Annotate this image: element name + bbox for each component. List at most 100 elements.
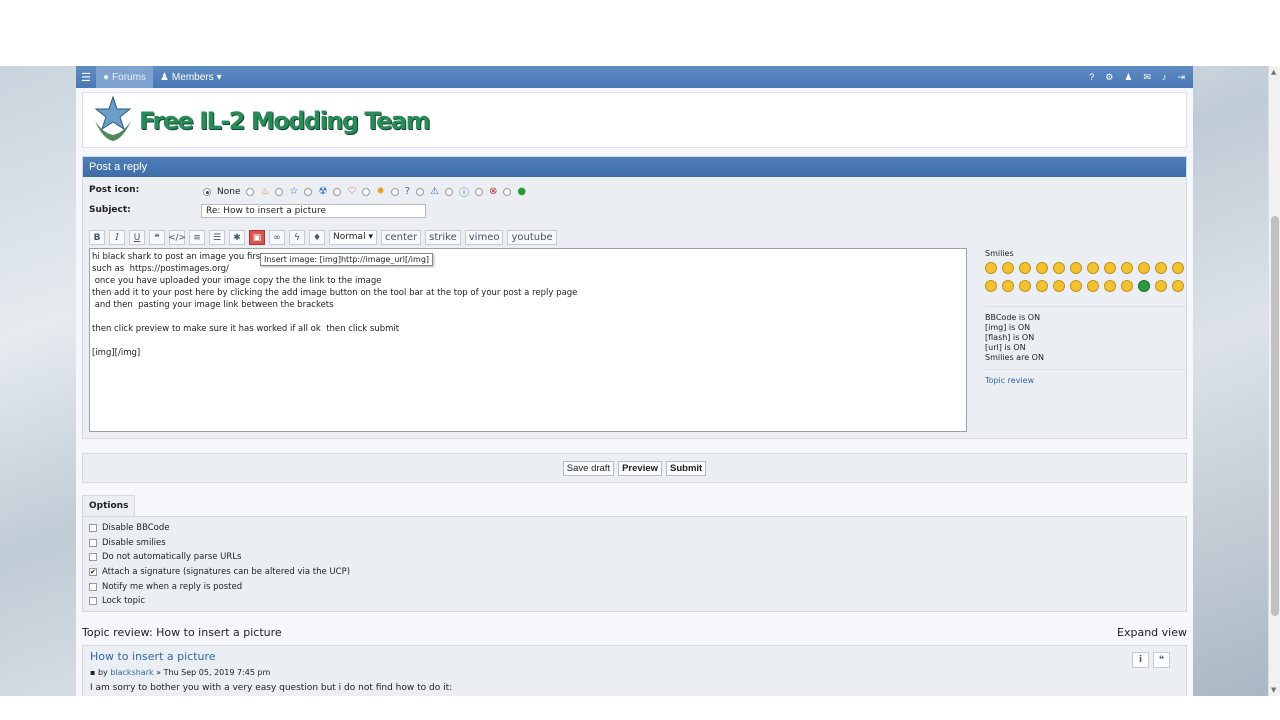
- smilies-grid: [985, 262, 1185, 292]
- scrollbar-thumb[interactable]: [1271, 216, 1279, 616]
- center-button[interactable]: center: [380, 230, 422, 245]
- bell-icon[interactable]: ♪: [1162, 72, 1167, 83]
- radio-heart[interactable]: [333, 187, 342, 196]
- expand-view-link[interactable]: Expand view: [1117, 626, 1187, 639]
- option-disable-smilies[interactable]: Disable smilies: [89, 536, 1180, 551]
- save-draft-button[interactable]: Save draft: [562, 460, 615, 476]
- info-icon[interactable]: i: [1132, 651, 1149, 668]
- checkbox[interactable]: [89, 582, 97, 591]
- submit-button[interactable]: Submit: [666, 460, 707, 476]
- message-line: such as https://postimages.org/: [92, 264, 229, 274]
- subject-input[interactable]: Re: How to insert a picture: [201, 204, 426, 218]
- option-lock-topic[interactable]: Lock topic: [89, 594, 1180, 609]
- smiley-icon[interactable]: [1104, 262, 1116, 274]
- option-no-parse-urls[interactable]: Do not automatically parse URLs: [89, 550, 1180, 565]
- smiley-icon[interactable]: [1172, 280, 1184, 292]
- check-circle-icon: ●: [517, 186, 527, 197]
- smiley-icon[interactable]: [1002, 262, 1014, 274]
- checkbox[interactable]: [89, 553, 97, 562]
- smiley-icon[interactable]: [985, 262, 997, 274]
- review-post-actions: i ❝: [1132, 651, 1170, 668]
- status-img: [img] is ON: [985, 323, 1031, 332]
- checkbox[interactable]: [89, 597, 97, 606]
- tab-forums[interactable]: ● Forums: [96, 66, 153, 88]
- checkbox[interactable]: [89, 538, 97, 547]
- icon-none-label: None: [217, 186, 241, 197]
- color-drop-icon[interactable]: ♦: [309, 230, 325, 245]
- youtube-button[interactable]: youtube: [507, 230, 557, 245]
- smiley-icon[interactable]: [1070, 280, 1082, 292]
- insert-image-icon[interactable]: ▣: [249, 230, 265, 245]
- tab-options[interactable]: Options: [82, 495, 136, 516]
- smiley-icon[interactable]: [1121, 262, 1133, 274]
- settings-icon[interactable]: ⚙: [1105, 72, 1113, 83]
- logout-icon[interactable]: ⇥: [1177, 72, 1185, 83]
- bold-button[interactable]: B: [89, 230, 105, 245]
- smiley-icon[interactable]: [1036, 280, 1048, 292]
- user-icon[interactable]: ♟: [1124, 72, 1132, 83]
- smiley-icon[interactable]: [1155, 280, 1167, 292]
- smiley-icon[interactable]: [1087, 280, 1099, 292]
- option-notify[interactable]: Notify me when a reply is posted: [89, 579, 1180, 594]
- review-post-title[interactable]: How to insert a picture: [90, 650, 1179, 663]
- option-disable-bbcode[interactable]: Disable BBCode: [89, 521, 1180, 536]
- smiley-icon[interactable]: [1172, 262, 1184, 274]
- smiley-icon[interactable]: [1087, 262, 1099, 274]
- site-logo[interactable]: Free IL-2 Modding Team: [82, 92, 1187, 148]
- menu-icon[interactable]: ☰: [76, 71, 96, 84]
- radio-radioactive[interactable]: [304, 187, 313, 196]
- help-icon[interactable]: ?: [1089, 72, 1094, 83]
- checkbox-checked[interactable]: ✔: [89, 568, 97, 577]
- author-link[interactable]: blackshark: [110, 668, 153, 677]
- smiley-icon[interactable]: [1155, 262, 1167, 274]
- font-size-select[interactable]: Normal ▾: [329, 230, 377, 245]
- quote-icon[interactable]: ❝: [149, 230, 165, 245]
- tab-members[interactable]: ♟ Members ▾: [153, 66, 229, 88]
- smiley-icon[interactable]: [1053, 280, 1065, 292]
- underline-button[interactable]: U: [129, 230, 145, 245]
- radio-warning[interactable]: [416, 187, 425, 196]
- scroll-down-icon[interactable]: ▼: [1271, 686, 1276, 694]
- smiley-icon[interactable]: [1019, 262, 1031, 274]
- cross-circle-icon: ⊗: [489, 186, 498, 197]
- smiley-icon[interactable]: [1070, 262, 1082, 274]
- radio-cross[interactable]: [475, 187, 484, 196]
- numbered-list-icon[interactable]: ☰: [209, 230, 225, 245]
- bullet-list-icon[interactable]: ≡: [189, 230, 205, 245]
- radio-none[interactable]: [203, 187, 211, 196]
- preview-button[interactable]: Preview: [618, 460, 663, 476]
- italic-button[interactable]: I: [109, 230, 125, 245]
- radio-question[interactable]: [390, 187, 399, 196]
- smiley-icon[interactable]: [1138, 262, 1150, 274]
- scroll-up-icon[interactable]: ▲: [1271, 68, 1276, 76]
- smiley-icon[interactable]: [1053, 262, 1065, 274]
- radio-sun[interactable]: [362, 187, 371, 196]
- smiley-icon[interactable]: [1002, 280, 1014, 292]
- smiley-icon[interactable]: [1036, 262, 1048, 274]
- option-label: Lock topic: [102, 596, 146, 607]
- topic-review-link-wrap: Topic review: [985, 369, 1185, 385]
- radio-check[interactable]: [503, 187, 512, 196]
- list-item-icon[interactable]: ✱: [229, 230, 245, 245]
- inbox-icon[interactable]: ✉: [1143, 72, 1151, 83]
- flash-icon[interactable]: ϟ: [289, 230, 305, 245]
- smiley-icon[interactable]: [1019, 280, 1031, 292]
- alien-smiley-icon[interactable]: [1138, 280, 1150, 292]
- page-scrollbar[interactable]: ▲ ▼: [1268, 66, 1280, 696]
- topic-review-link[interactable]: Topic review: [985, 376, 1034, 385]
- link-icon[interactable]: ∞: [269, 230, 285, 245]
- smiley-icon[interactable]: [985, 280, 997, 292]
- option-attach-signature[interactable]: ✔ Attach a signature (signatures can be a…: [89, 565, 1180, 580]
- strike-button[interactable]: strike: [425, 230, 461, 245]
- code-icon[interactable]: </>: [168, 230, 186, 245]
- radio-info[interactable]: [445, 187, 454, 196]
- radio-star[interactable]: [275, 187, 284, 196]
- quote-icon[interactable]: ❝: [1153, 651, 1170, 668]
- smiley-icon[interactable]: [1104, 280, 1116, 292]
- radio-fire[interactable]: [246, 187, 255, 196]
- smilies-panel: Smilies BBCode is ON [img] is ON [flash]…: [985, 249, 1185, 385]
- smiley-icon[interactable]: [1121, 280, 1133, 292]
- checkbox[interactable]: [89, 524, 97, 533]
- vimeo-button[interactable]: vimeo: [464, 230, 504, 245]
- message-textarea[interactable]: hi black shark to post an image you firs…: [89, 248, 967, 432]
